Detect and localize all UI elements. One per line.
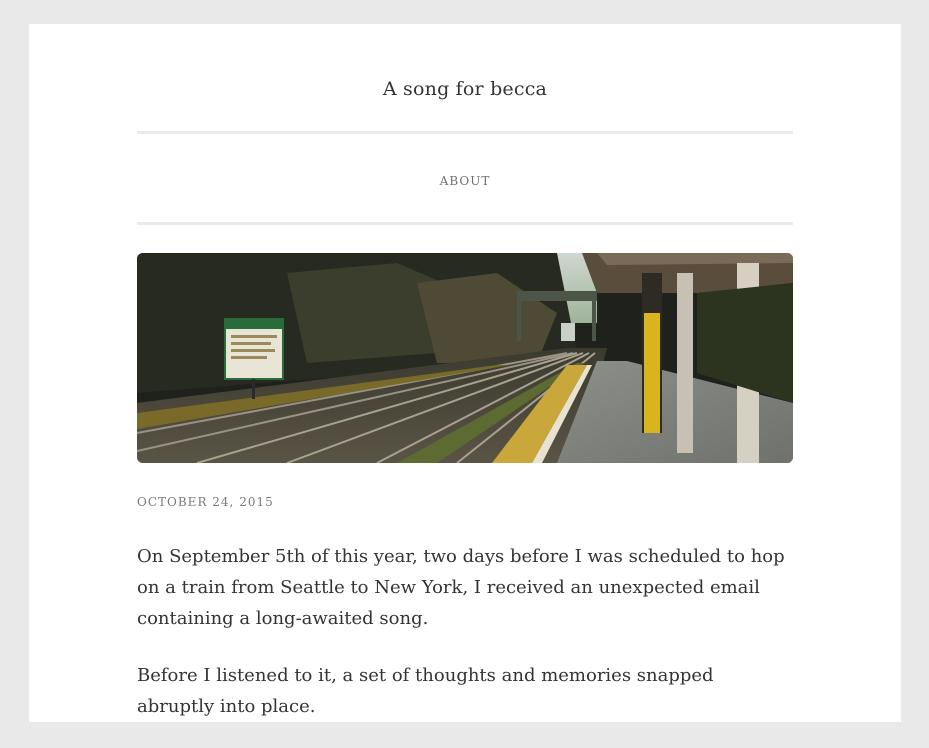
post-date[interactable]: OCTOBER 24, 2015: [137, 495, 274, 509]
main-navigation: ABOUT: [137, 172, 793, 190]
featured-image[interactable]: [137, 253, 793, 463]
page-card: A song for becca ABOUT OCTOBER 24, 2015 …: [29, 24, 901, 722]
nav-item-about[interactable]: ABOUT: [440, 174, 491, 188]
post-paragraph: On September 5th of this year, two days …: [137, 546, 785, 629]
train-station-photo-icon: [137, 253, 793, 463]
header-divider-top: [137, 131, 793, 134]
post-paragraph: Before I listened to it, a set of though…: [137, 665, 714, 717]
site-title[interactable]: A song for becca: [137, 78, 793, 100]
post-content: On September 5th of this year, two days …: [137, 541, 793, 748]
header-divider-bottom: [137, 222, 793, 225]
